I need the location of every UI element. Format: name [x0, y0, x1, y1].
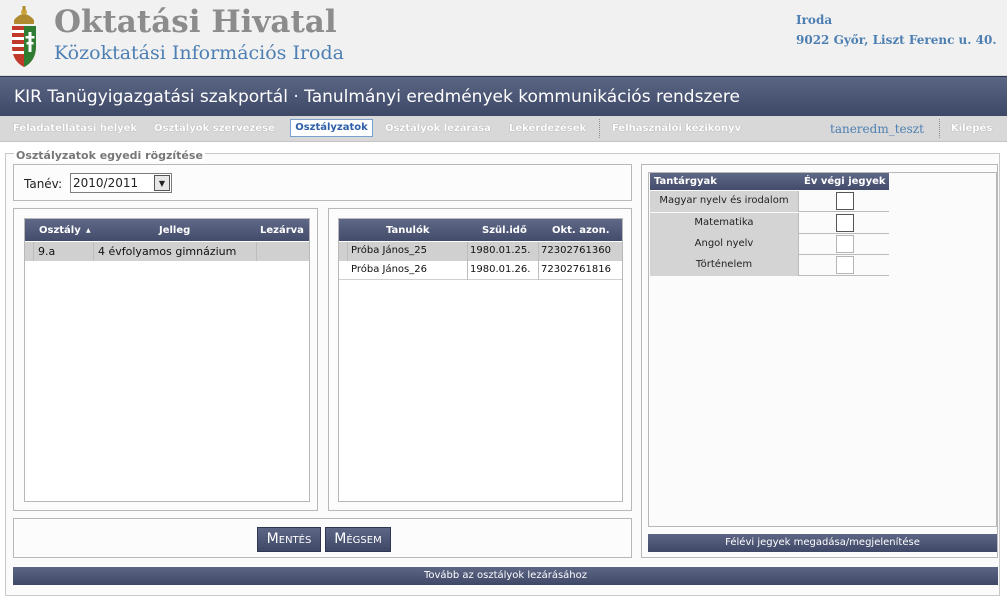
subject-row: Angol nyelv	[650, 234, 889, 255]
nav-item-osztalyok-lezarasa[interactable]: Osztályok lezárása	[385, 123, 491, 134]
nav-item-lekerdezesek[interactable]: Lekérdezések	[509, 123, 586, 134]
column-header-type[interactable]: Jelleg	[159, 225, 190, 236]
office-name: Iroda	[796, 13, 833, 27]
main-nav: Feladatellátási helyek Osztályok szervez…	[0, 116, 1007, 142]
column-header-edu-id[interactable]: Okt. azon.	[552, 225, 610, 236]
org-subtitle: Közoktatási Információs Iroda	[54, 42, 344, 64]
table-row[interactable]: 9.a 4 évfolyamos gimnázium	[25, 242, 309, 261]
final-grade-input[interactable]	[836, 235, 854, 253]
action-buttons-box	[13, 518, 632, 558]
subject-name: Matematika	[650, 213, 799, 234]
nav-item-felhasznaloi-kezikonyv[interactable]: Felhasználói kézikönyv	[612, 123, 741, 134]
year-select-value: 2010/2011	[73, 176, 139, 190]
final-grade-input[interactable]	[836, 214, 854, 232]
cancel-button[interactable]: Mégsem	[325, 527, 391, 552]
subject-row: Történelem	[650, 255, 889, 276]
student-birth-cell: 1980.01.25.	[470, 245, 531, 256]
student-birth-cell: 1980.01.26.	[470, 264, 531, 275]
subject-row: Matematika	[650, 213, 889, 234]
dropdown-arrow-icon[interactable]: ▼	[154, 175, 170, 191]
classes-grid-header: Osztály ▲ Jelleg Lezárva	[25, 219, 309, 241]
column-header-birth-date[interactable]: Szül.idő	[482, 225, 527, 236]
subject-name: Magyar nyelv és irodalom	[650, 191, 799, 212]
final-grade-input[interactable]	[836, 192, 854, 210]
nav-separator	[599, 119, 600, 138]
sort-asc-icon: ▲	[86, 227, 91, 234]
nav-separator	[939, 119, 940, 138]
save-button[interactable]: Mentés	[257, 527, 321, 552]
student-name-cell: Próba János_25	[351, 245, 427, 256]
table-row[interactable]: Próba János_25 1980.01.25. 72302761360	[339, 242, 622, 261]
column-header-closed[interactable]: Lezárva	[260, 225, 304, 236]
subject-name: Történelem	[650, 255, 799, 276]
office-address: 9022 Győr, Liszt Ferenc u. 40.	[796, 33, 997, 47]
subjects-grid-header: Tantárgyak Év végi jegyek	[650, 173, 889, 190]
student-id-cell: 72302761816	[541, 264, 611, 275]
current-user[interactable]: taneredm_teszt	[830, 122, 924, 136]
portal-title-bar: KIR Tanügyigazgatási szakportál · Tanulm…	[0, 76, 1007, 116]
students-grid-header: Tanulók Szül.idő Okt. azon.	[339, 219, 622, 241]
column-header-students[interactable]: Tanulók	[386, 225, 429, 236]
org-title: Oktatási Hivatal	[54, 4, 337, 40]
coat-of-arms-icon	[12, 6, 36, 67]
nav-item-osztalyzatok[interactable]: Osztályzatok	[290, 119, 373, 137]
subject-name: Angol nyelv	[650, 234, 799, 255]
subject-row: Magyar nyelv és irodalom	[650, 191, 889, 212]
column-header-subjects: Tantárgyak	[654, 176, 717, 187]
semester-grades-button[interactable]: Félévi jegyek megadása/megjelenítése	[648, 534, 997, 552]
section-title: Osztályzatok egyedi rögzítése	[14, 149, 205, 162]
column-header-class[interactable]: Osztály	[39, 225, 81, 236]
table-row[interactable]: Próba János_26 1980.01.26. 72302761816	[339, 261, 622, 280]
nav-item-feladatellatasi-helyek[interactable]: Feladatellátási helyek	[13, 123, 137, 134]
logout-link[interactable]: Kilépés	[951, 123, 992, 134]
class-cell: 9.a	[38, 245, 56, 258]
student-name-cell: Próba János_26	[351, 264, 427, 275]
student-id-cell: 72302761360	[541, 245, 611, 256]
type-cell: 4 évfolyamos gimnázium	[98, 245, 237, 258]
final-grade-input[interactable]	[836, 256, 854, 274]
year-label: Tanév:	[24, 177, 63, 191]
nav-item-osztalyok-szervezese[interactable]: Osztályok szervezése	[154, 123, 275, 134]
column-header-final-grades: Év végi jegyek	[804, 176, 886, 187]
continue-to-closing-button[interactable]: Tovább az osztályok lezárásához	[13, 567, 998, 585]
portal-title: KIR Tanügyigazgatási szakportál · Tanulm…	[14, 87, 740, 107]
